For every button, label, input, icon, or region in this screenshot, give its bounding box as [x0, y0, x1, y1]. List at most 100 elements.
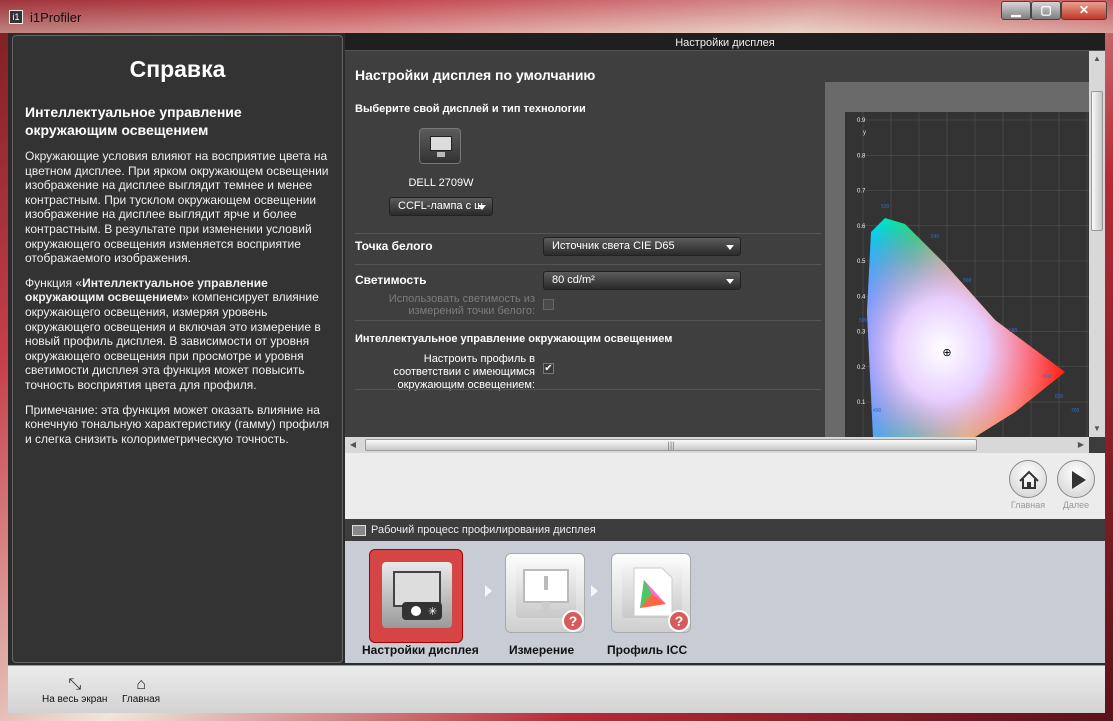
- monitor-icon: [430, 136, 452, 151]
- maximize-icon: ▢: [1040, 3, 1052, 17]
- fullscreen-label: На весь экран: [42, 694, 108, 705]
- workflow-step-icc-profile[interactable]: ?: [611, 553, 691, 633]
- select-display-label: Выберите свой дисплей и тип технологии: [355, 103, 586, 115]
- scroll-left-icon[interactable]: ◀: [345, 437, 361, 453]
- horizontal-scroll-thumb[interactable]: |||: [365, 439, 977, 451]
- white-point-value: Источник света CIE D65: [552, 240, 675, 252]
- chevron-down-icon: [478, 205, 486, 210]
- help-title: Справка: [129, 56, 226, 82]
- spectral-label: 500: [859, 318, 868, 324]
- fullscreen-button[interactable]: ⤡ На весь экран: [42, 676, 107, 705]
- technology-dropdown[interactable]: CCFL-лампа с ш: [389, 197, 493, 216]
- home-toolbar-button[interactable]: ⌂ Главная: [122, 676, 160, 705]
- help-p2-suffix: » компенсирует влияние окружающего освещ…: [25, 290, 321, 392]
- divider: [355, 320, 821, 321]
- white-point-label: Точка белого: [355, 239, 433, 253]
- display-settings-icon: ✳: [382, 562, 452, 628]
- y-tick-label: 0.8: [857, 153, 866, 159]
- display-select-button[interactable]: [419, 128, 461, 164]
- display-name: DELL 2709W: [408, 177, 474, 189]
- document-gamut-icon: [633, 567, 673, 617]
- luminance-label: Светимость: [355, 273, 427, 287]
- monitor-brightness-icon: ✳: [393, 571, 442, 620]
- vertical-scroll-thumb[interactable]: [1091, 91, 1103, 231]
- scroll-right-icon[interactable]: ▶: [1073, 437, 1089, 453]
- help-subtitle: Интеллектуальное управление окружающим о…: [25, 104, 242, 138]
- display-settings-pane: Настройки дисплея по умолчанию Выберите …: [345, 51, 1089, 437]
- next-nav-label: Далее: [1062, 500, 1090, 510]
- next-nav-button[interactable]: [1057, 460, 1095, 498]
- use-wp-luminance-label: Использовать светимость из измерений точ…: [388, 293, 535, 317]
- workflow-title: Рабочий процесс профилирования дисплея: [371, 524, 596, 536]
- icc-profile-icon: [622, 564, 682, 618]
- scroll-up-icon[interactable]: ▲: [1089, 51, 1105, 67]
- horizontal-scrollbar[interactable]: ◀ ||| ▶: [345, 437, 1089, 453]
- app-client-area: Справка Интеллектуальное управление окру…: [8, 33, 1105, 713]
- chromaticity-chart: y 0.9 0.8 0.7 0.6 0.5 0.4 0.3 0.2 0.1 520 540 560 5…: [825, 82, 1089, 437]
- workflow-step-display-settings[interactable]: ✳: [369, 549, 463, 643]
- help-paragraph-1: Окружающие условия влияют на восприятие …: [25, 149, 329, 266]
- y-tick-label: 0.7: [857, 189, 866, 195]
- svg-text:✳: ✳: [428, 606, 437, 618]
- minimize-icon: ▁: [1011, 3, 1021, 17]
- title-bar[interactable]: i1 i1Profiler ▁ ▢ ✕: [0, 0, 1113, 33]
- home-toolbar-label: Главная: [122, 694, 161, 705]
- chevron-down-icon: [726, 245, 734, 250]
- divider: [355, 264, 821, 265]
- y-tick-label: 0.3: [857, 330, 866, 336]
- spectral-label: 580: [1009, 328, 1018, 334]
- technology-value: CCFL-лампа с ш: [398, 200, 483, 212]
- section-title: Настройки дисплея по умолчанию: [355, 67, 596, 83]
- help-icon: ?: [562, 610, 584, 632]
- spectral-label: 700: [1071, 408, 1080, 414]
- workflow-header: Рабочий процесс профилирования дисплея: [345, 519, 1105, 541]
- divider: [355, 233, 821, 234]
- spectral-label: 560: [963, 278, 972, 284]
- workflow-step-label: Измерение: [509, 643, 575, 657]
- minimize-button[interactable]: ▁: [1001, 1, 1031, 20]
- monitor-stand: [437, 152, 445, 157]
- spectral-label: 540: [931, 234, 940, 240]
- play-arrow-icon: [1072, 471, 1086, 489]
- ambient-section-label: Интеллектуальное управление окружающим о…: [355, 333, 673, 345]
- adjust-profile-label: Настроить профиль в соответствии с имеющ…: [393, 353, 535, 391]
- y-tick-label: 0.4: [857, 294, 866, 300]
- white-point-dropdown[interactable]: Источник света CIE D65: [543, 237, 741, 256]
- home-nav-button[interactable]: [1009, 460, 1047, 498]
- adjust-profile-checkbox[interactable]: ✔: [543, 363, 554, 374]
- monitor-sensor-icon: [523, 569, 569, 614]
- main-panel: Настройки дисплея Настройки дисплея по у…: [345, 33, 1105, 663]
- chromaticity-svg: y 0.9 0.8 0.7 0.6 0.5 0.4 0.3 0.2 0.1 520 540 560 5…: [845, 112, 1089, 437]
- y-tick-label: 0.1: [857, 400, 866, 406]
- help-paragraph-3: Примечание: эта функция может оказать вл…: [25, 402, 329, 446]
- use-wp-luminance-checkbox[interactable]: [543, 299, 554, 310]
- luminance-dropdown[interactable]: 80 cd/m²: [543, 271, 741, 290]
- vertical-scrollbar[interactable]: ▲ ▼: [1089, 51, 1105, 437]
- white-point-marker: ⊕: [942, 347, 951, 359]
- y-axis-label: y: [863, 130, 866, 136]
- spectral-label: 520: [881, 204, 890, 210]
- app-logo-icon: i1: [9, 10, 23, 24]
- monitor-icon: [352, 525, 366, 536]
- close-button[interactable]: ✕: [1061, 1, 1107, 20]
- workflow-step-label: Настройки дисплея: [362, 643, 479, 657]
- help-panel: Справка Интеллектуальное управление окру…: [12, 35, 343, 663]
- workflow-step-label: Профиль ICC: [607, 643, 688, 657]
- y-tick-label: 0.9: [857, 118, 866, 124]
- y-tick-label: 0.2: [857, 365, 866, 371]
- luminance-value: 80 cd/m²: [552, 274, 595, 286]
- maximize-button[interactable]: ▢: [1031, 1, 1061, 20]
- measurement-icon: [516, 564, 576, 618]
- scroll-down-icon[interactable]: ▼: [1089, 421, 1105, 437]
- workflow-panel: Рабочий процесс профилирования дисплея ✳…: [345, 519, 1105, 663]
- spectral-label: 490: [873, 408, 882, 414]
- spectral-label: 620: [1055, 394, 1064, 400]
- workflow-step-measurement[interactable]: ?: [505, 553, 585, 633]
- bottom-toolbar: ⤡ На весь экран ⌂ Главная: [8, 665, 1105, 713]
- page-header: Настройки дисплея: [345, 33, 1105, 51]
- y-tick-label: 0.5: [857, 259, 866, 265]
- chevron-down-icon: [726, 279, 734, 284]
- expand-icon: ⤡: [68, 676, 82, 693]
- help-icon: ?: [668, 610, 690, 632]
- divider: [355, 389, 821, 390]
